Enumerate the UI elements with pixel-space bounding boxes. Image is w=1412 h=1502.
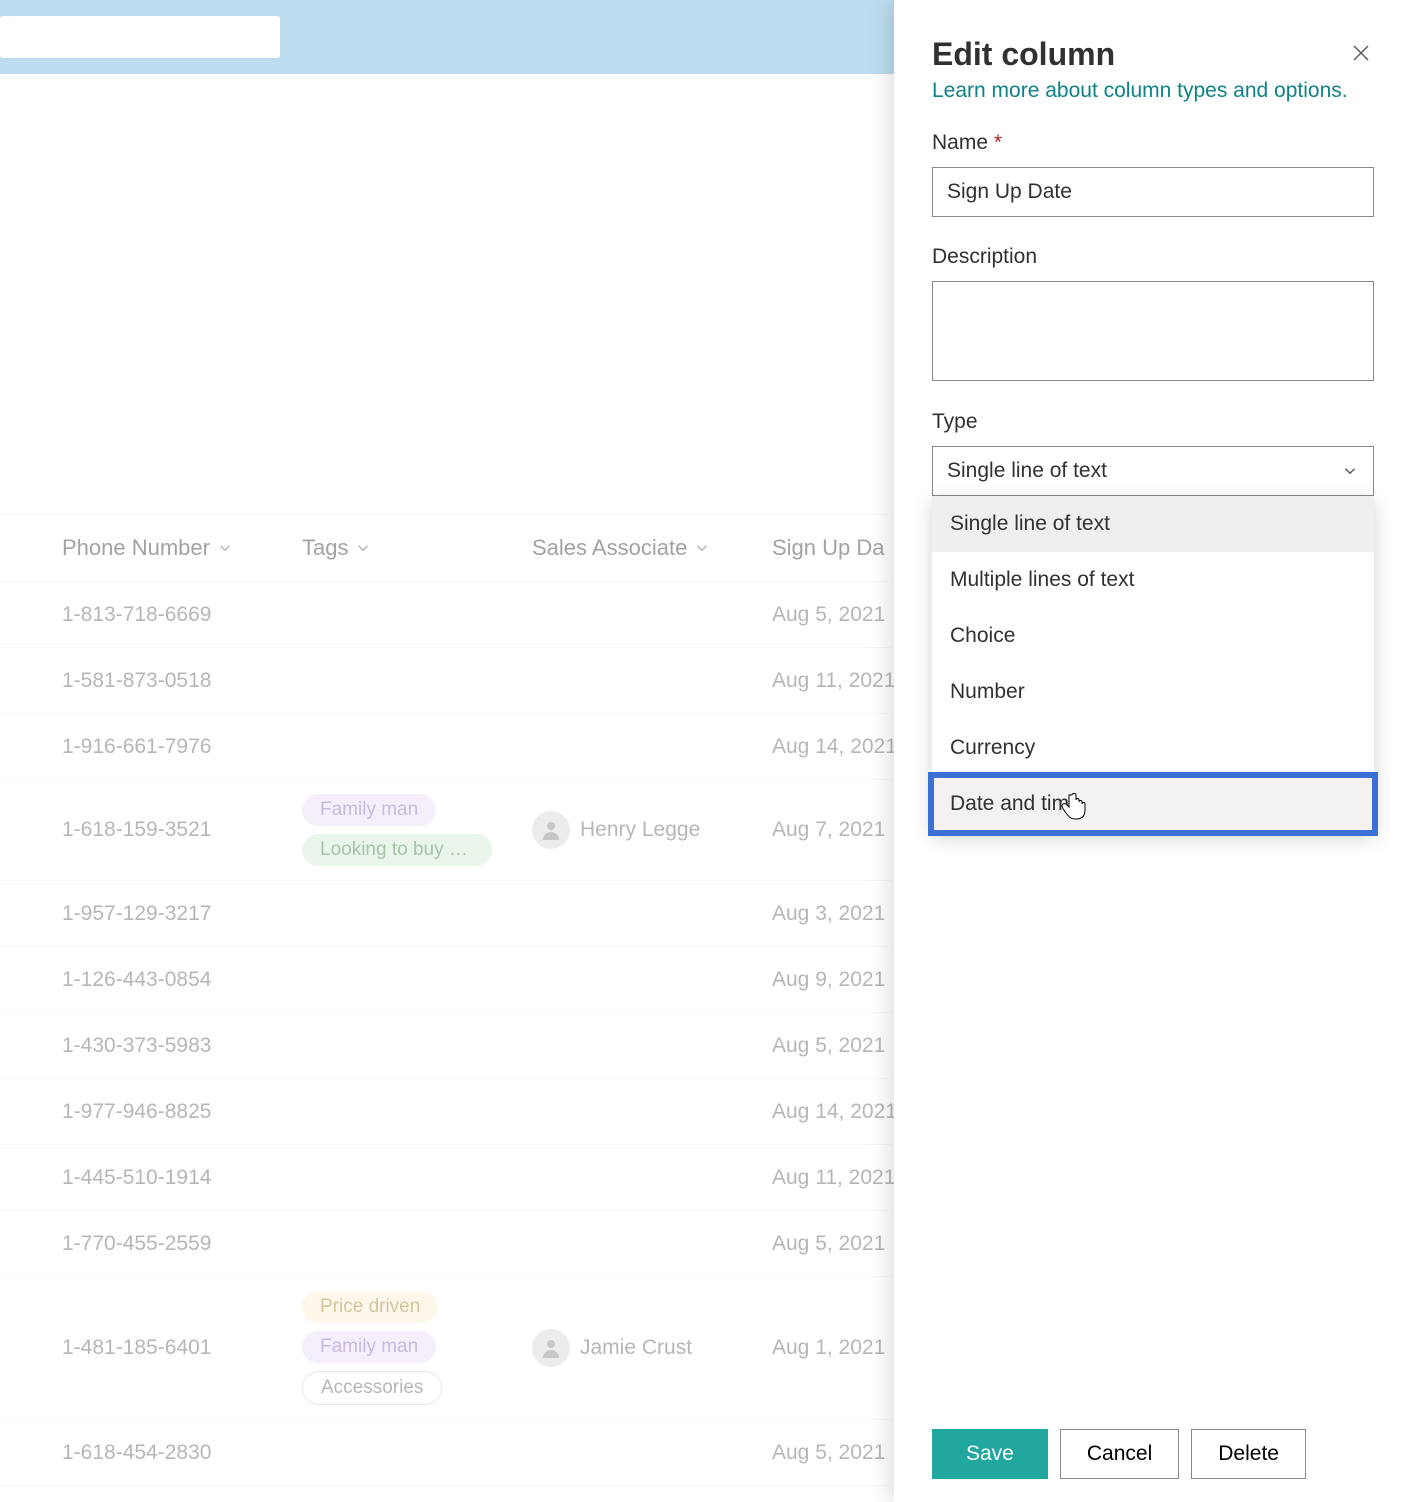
description-field-label: Description <box>932 245 1374 269</box>
cancel-button[interactable]: Cancel <box>1060 1429 1179 1479</box>
close-icon <box>1349 41 1373 65</box>
type-option-currency[interactable]: Currency <box>932 720 1374 776</box>
description-textarea[interactable] <box>932 281 1374 381</box>
name-field-label: Name * <box>932 131 1374 155</box>
learn-more-link[interactable]: Learn more about column types and option… <box>932 79 1348 103</box>
type-option-multiple-lines[interactable]: Multiple lines of text <box>932 552 1374 608</box>
close-button[interactable] <box>1344 36 1378 70</box>
panel-footer: Save Cancel Delete <box>894 1406 1412 1502</box>
type-option-single-line[interactable]: Single line of text <box>932 496 1374 552</box>
edit-column-panel: Edit column Learn more about column type… <box>894 0 1412 1502</box>
chevron-down-icon <box>1341 462 1359 480</box>
type-select[interactable]: Single line of text <box>932 446 1374 496</box>
type-option-date-and-time[interactable]: Date and time <box>932 776 1374 832</box>
type-option-choice[interactable]: Choice <box>932 608 1374 664</box>
type-dropdown: Single line of text Multiple lines of te… <box>932 496 1374 832</box>
name-input[interactable] <box>932 167 1374 217</box>
type-select-value: Single line of text <box>947 459 1107 483</box>
delete-button[interactable]: Delete <box>1191 1429 1306 1479</box>
panel-title: Edit column <box>932 36 1374 73</box>
type-field-label: Type <box>932 410 1374 434</box>
required-indicator: * <box>994 131 1002 154</box>
label-text: Name <box>932 131 988 154</box>
save-button[interactable]: Save <box>932 1429 1048 1479</box>
type-option-number[interactable]: Number <box>932 664 1374 720</box>
